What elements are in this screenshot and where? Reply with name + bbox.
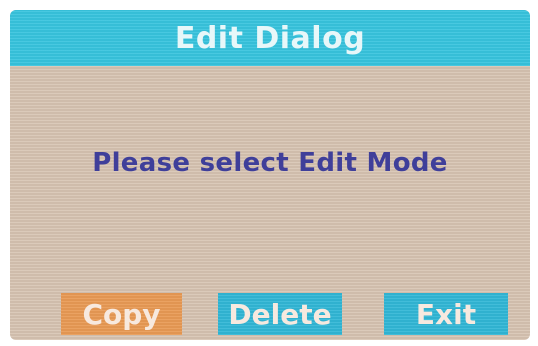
delete-button-label: Delete bbox=[228, 297, 332, 331]
device-screen: Edit Dialog Please select Edit Mode Copy… bbox=[10, 10, 530, 340]
copy-button[interactable]: Copy bbox=[61, 293, 182, 335]
copy-button-label: Copy bbox=[82, 297, 161, 331]
dialog-message: Please select Edit Mode bbox=[92, 148, 448, 178]
exit-button-label: Exit bbox=[415, 297, 477, 331]
exit-button[interactable]: Exit bbox=[384, 293, 508, 335]
dialog-title: Edit Dialog bbox=[174, 20, 366, 56]
delete-button[interactable]: Delete bbox=[218, 293, 342, 335]
dialog-title-bar: Edit Dialog bbox=[10, 10, 530, 66]
